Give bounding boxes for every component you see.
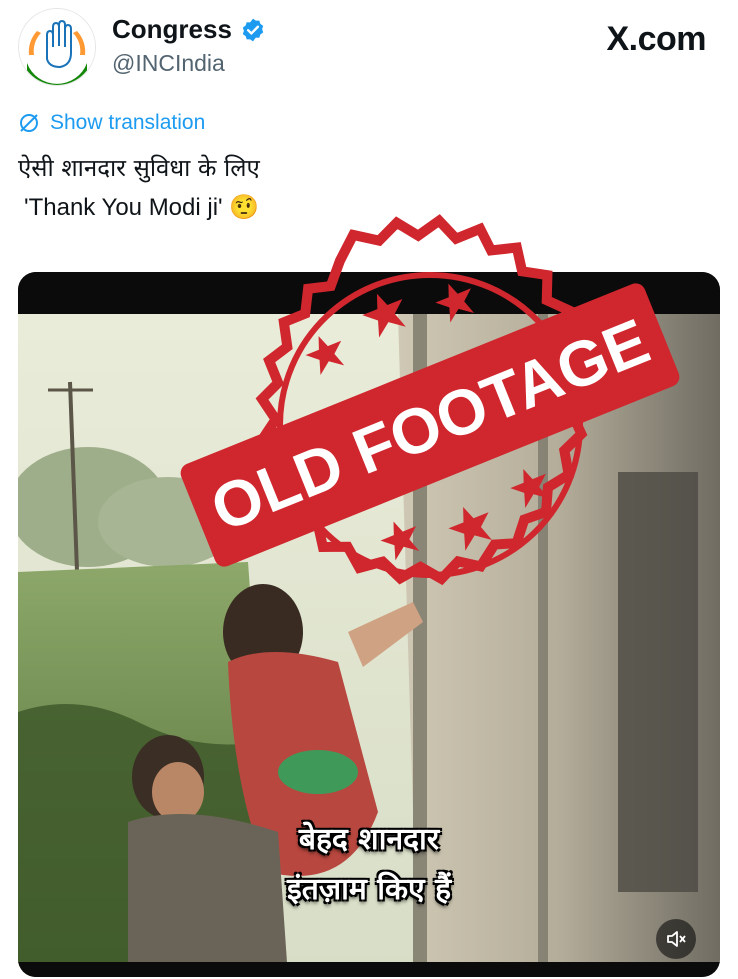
tweet-line-1: ऐसी शानदार सुविधा के लिए (18, 154, 260, 182)
video-player[interactable]: बेहद शानदार इंतज़ाम किए हैं (18, 272, 720, 977)
site-label: X.com (606, 20, 706, 58)
globe-slash-icon (20, 114, 38, 132)
mute-button[interactable] (656, 919, 696, 959)
tweet-text: ऐसी शानदार सुविधा के लिए 'Thank You Modi… (18, 148, 260, 228)
verified-badge-icon (242, 18, 264, 41)
account-name[interactable]: Congress (112, 14, 232, 45)
show-translation-label: Show translation (50, 111, 206, 134)
video-subtitle-line-2: इंतज़ाम किए हैं (286, 872, 452, 907)
tweet-line-2: 'Thank You Modi ji' 🤨 (24, 194, 260, 221)
congress-hand-logo-icon (19, 9, 95, 85)
avatar[interactable] (18, 8, 96, 86)
speaker-muted-icon (667, 931, 686, 947)
video-subtitle-line-1: बेहद शानदार (298, 822, 440, 857)
account-handle[interactable]: @INCIndia (112, 50, 225, 77)
show-translation-link[interactable]: Show translation (18, 111, 205, 135)
